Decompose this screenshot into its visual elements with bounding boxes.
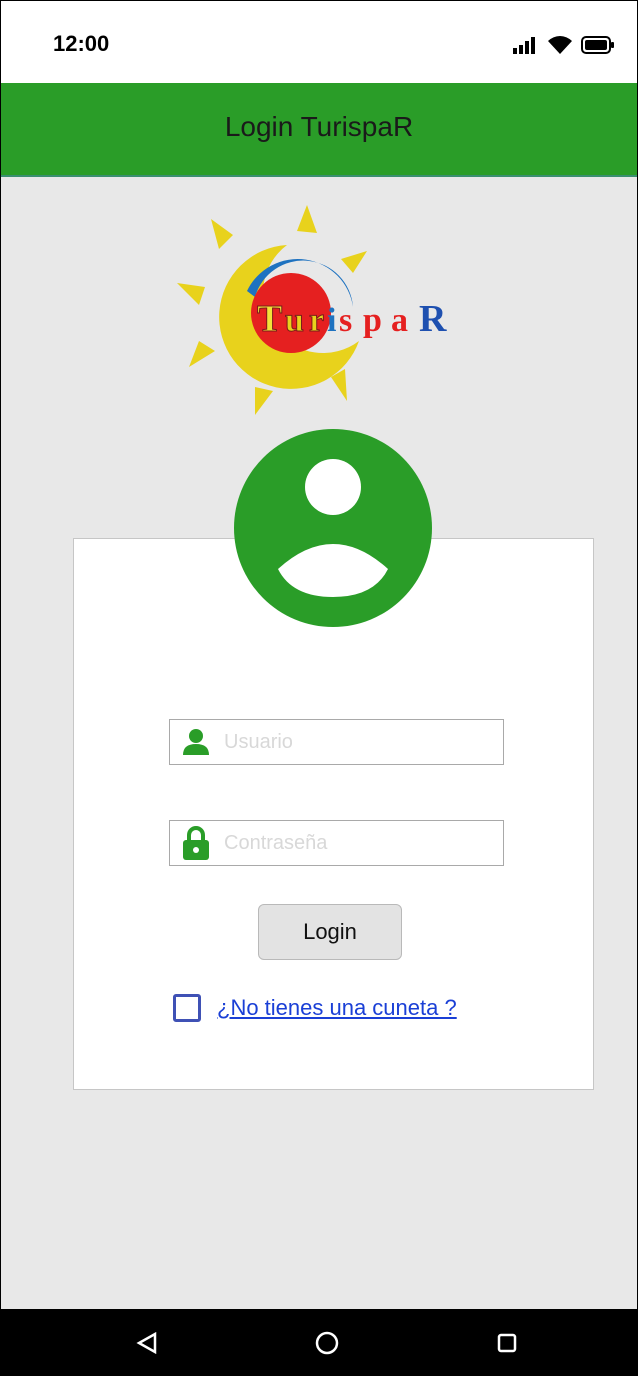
home-icon	[315, 1331, 339, 1355]
svg-text:T: T	[257, 298, 282, 340]
recents-button[interactable]	[485, 1321, 529, 1365]
svg-text:a: a	[391, 302, 408, 339]
avatar-icon	[234, 429, 432, 627]
status-bar: 12:00	[1, 1, 637, 83]
back-button[interactable]	[125, 1321, 169, 1365]
app-bar: Login TurispaR	[1, 83, 637, 177]
turispar-logo: T u r i s p a R	[177, 205, 447, 415]
svg-text:r: r	[309, 302, 324, 339]
svg-text:p: p	[363, 302, 382, 339]
svg-text:s: s	[339, 302, 352, 339]
password-field[interactable]	[169, 820, 504, 866]
svg-text:i: i	[327, 302, 336, 339]
password-input[interactable]	[216, 823, 494, 863]
back-icon	[136, 1332, 157, 1354]
lock-icon	[176, 823, 216, 863]
username-input[interactable]	[216, 722, 494, 762]
register-row: ¿No tienes una cuneta ?	[173, 994, 457, 1022]
register-link[interactable]: ¿No tienes una cuneta ?	[217, 995, 457, 1021]
wifi-icon	[548, 36, 572, 54]
register-checkbox[interactable]	[173, 994, 201, 1022]
home-button[interactable]	[305, 1321, 349, 1365]
phone-screen: 12:00 Login TurispaR T u r i s p a R Usu…	[0, 0, 638, 1376]
svg-text:u: u	[285, 302, 304, 339]
signal-icon	[513, 37, 535, 54]
app-title: Login TurispaR	[224, 111, 414, 142]
battery-icon	[581, 36, 614, 54]
username-field[interactable]	[169, 719, 504, 765]
svg-text:R: R	[419, 298, 447, 340]
status-icons	[513, 35, 615, 55]
login-button[interactable]: Login	[258, 904, 402, 960]
person-icon	[176, 722, 216, 762]
navigation-bar	[1, 1309, 637, 1375]
recents-icon	[497, 1333, 517, 1353]
status-time: 12:00	[53, 31, 110, 56]
